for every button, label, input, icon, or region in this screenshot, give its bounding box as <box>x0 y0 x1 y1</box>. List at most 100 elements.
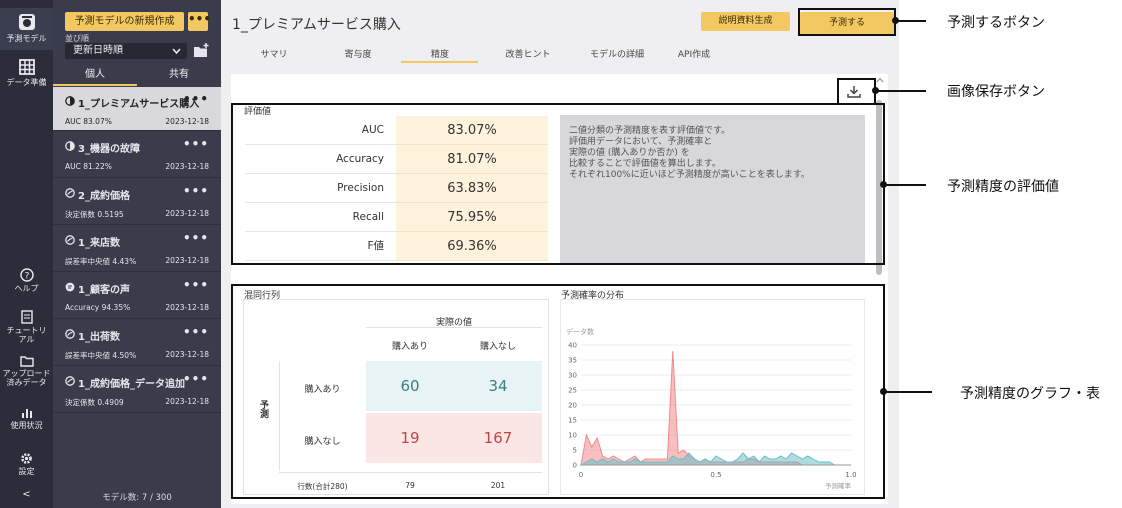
tab-improvement[interactable]: 改善ヒント <box>489 47 567 60</box>
chevron-down-icon <box>172 48 181 55</box>
panel-menu-button[interactable]: ••• <box>188 12 211 31</box>
bar-chart-icon <box>21 409 32 418</box>
tab-contribution[interactable]: 寄与度 <box>325 47 391 60</box>
rail-label: アップロード 済みデータ <box>2 369 51 387</box>
annotation-line <box>876 90 926 92</box>
book-icon <box>20 310 33 324</box>
annotation-line <box>885 391 932 393</box>
model-list-item[interactable]: 1_顧客の声 ••• Accuracy 94.35% 2023-12-18 <box>53 273 221 319</box>
annotation-dot <box>892 17 899 24</box>
annotation-label: 予測するボタン <box>947 15 1045 31</box>
tab-accuracy[interactable]: 精度 <box>407 47 473 60</box>
model-date: 2023-12-18 <box>165 303 209 312</box>
model-menu-icon[interactable]: ••• <box>183 372 209 386</box>
model-menu-icon[interactable]: ••• <box>183 92 209 106</box>
model-name: 1_出荷数 <box>78 332 120 343</box>
model-name: 1_顧客の声 <box>78 285 130 296</box>
rail-label: ヘルプ <box>14 284 39 293</box>
rail-item-data[interactable]: データ準備 <box>0 58 53 94</box>
model-menu-icon[interactable]: ••• <box>183 184 209 198</box>
model-name: 3_機器の故障 <box>78 144 140 155</box>
model-name: 1_来店数 <box>78 238 120 249</box>
model-metric: 決定係数 0.5195 <box>65 210 124 219</box>
model-metric: AUC 83.07% <box>65 117 112 126</box>
model-metric: Accuracy 94.35% <box>65 303 131 312</box>
help-icon: ? <box>19 268 34 282</box>
timeseries-icon <box>65 329 75 339</box>
regression-icon <box>65 376 75 386</box>
rail-item-models[interactable]: 予測モデル <box>0 8 53 50</box>
annotation-box <box>231 103 885 265</box>
model-list-item[interactable]: 1_プレミアムサービス購入 ••• AUC 83.07% 2023-12-18 <box>53 87 221 131</box>
active-tab-indicator <box>401 61 478 63</box>
annotation-dot <box>872 87 879 94</box>
model-metric: 誤差率中央値 4.43% <box>65 257 137 266</box>
rail-item-settings[interactable]: 設定 <box>0 452 53 480</box>
tab-summary[interactable]: サマリ <box>241 47 307 60</box>
rail-label: チュートリ アル <box>6 326 47 344</box>
annotation-box <box>231 284 885 499</box>
annotation-dot <box>880 388 887 395</box>
rail-label: 設定 <box>18 467 35 476</box>
rail-item-tutorial[interactable]: チュートリ アル <box>0 310 53 346</box>
model-menu-icon[interactable]: ••• <box>183 231 209 245</box>
annotation-box <box>837 78 876 105</box>
model-date: 2023-12-18 <box>165 117 209 126</box>
rail-label: 予測モデル <box>6 34 47 43</box>
tab-personal[interactable]: 個人 <box>53 68 137 86</box>
model-date: 2023-12-18 <box>165 397 209 406</box>
model-menu-icon[interactable]: ••• <box>183 137 209 151</box>
annotation-line <box>896 20 926 22</box>
model-date: 2023-12-18 <box>165 256 209 265</box>
table-icon <box>18 59 35 75</box>
timeseries-icon <box>65 235 75 245</box>
model-list-item[interactable]: 1_成約価格_データ追加 ••• 決定係数 0.4909 2023-12-18 <box>53 367 221 413</box>
annotation-box <box>798 8 896 36</box>
model-list-panel: 予測モデルの新規作成 ••• 並び順 更新日時順 個人 共有 1_プレミアムサー… <box>53 0 221 508</box>
sort-select[interactable]: 更新日時順 <box>65 43 187 59</box>
annotation-line <box>885 184 926 186</box>
annotation-label: 画像保存ボタン <box>947 84 1045 100</box>
model-name: 2_成約価格 <box>78 191 130 202</box>
classification-icon <box>65 96 75 106</box>
classification-icon <box>65 141 75 151</box>
annotation-label: 予測精度のグラフ・表 <box>960 386 1100 402</box>
model-list-item[interactable]: 1_来店数 ••• 誤差率中央値 4.43% 2023-12-18 <box>53 226 221 272</box>
tab-api[interactable]: API作成 <box>661 47 727 60</box>
model-list-item[interactable]: 3_機器の故障 ••• AUC 81.22% 2023-12-18 <box>53 132 221 178</box>
regression-icon <box>65 188 75 198</box>
annotation-dot <box>880 181 887 188</box>
page-title: 1_プレミアムサービス購入 <box>232 17 401 33</box>
new-folder-icon[interactable] <box>193 43 210 58</box>
scroll-up-icon[interactable] <box>876 77 884 83</box>
generate-report-button[interactable]: 説明資料生成 <box>701 12 790 31</box>
model-name: 1_成約価格_データ追加 <box>78 379 185 390</box>
rail-label: データ準備 <box>6 78 47 87</box>
rail-label: 使用状況 <box>10 421 43 430</box>
model-list-item[interactable]: 2_成約価格 ••• 決定係数 0.5195 2023-12-18 <box>53 179 221 225</box>
model-date: 2023-12-18 <box>165 350 209 359</box>
new-model-button[interactable]: 予測モデルの新規作成 <box>65 12 184 31</box>
icon-rail: 予測モデル データ準備 ? ヘルプ チュートリ アル アップロード 済みデータ … <box>0 0 53 508</box>
tab-shared[interactable]: 共有 <box>137 68 221 86</box>
text-classification-icon <box>65 282 75 292</box>
gear-icon <box>21 453 32 464</box>
collapse-button[interactable]: < <box>0 490 53 500</box>
rail-item-usage[interactable]: 使用状況 <box>0 407 53 435</box>
model-menu-icon[interactable]: ••• <box>183 278 209 292</box>
model-count: モデル数: 7 / 300 <box>102 493 172 503</box>
model-metric: 決定係数 0.4909 <box>65 398 124 407</box>
sort-value: 更新日時順 <box>73 45 123 56</box>
model-metric: 誤差率中央値 4.50% <box>65 351 137 360</box>
folder-icon <box>19 356 34 367</box>
rail-item-help[interactable]: ? ヘルプ <box>0 268 53 298</box>
model-date: 2023-12-18 <box>165 162 209 171</box>
rail-item-uploaded[interactable]: アップロード 済みデータ <box>0 355 53 391</box>
model-list-item[interactable]: 1_出荷数 ••• 誤差率中央値 4.50% 2023-12-18 <box>53 320 221 366</box>
model-menu-icon[interactable]: ••• <box>183 325 209 339</box>
model-icon <box>18 14 35 30</box>
model-date: 2023-12-18 <box>165 209 209 218</box>
tab-model-details[interactable]: モデルの詳細 <box>573 47 661 60</box>
annotation-label: 予測精度の評価値 <box>947 179 1059 195</box>
model-name: 1_プレミアムサービス購入 <box>78 99 200 110</box>
